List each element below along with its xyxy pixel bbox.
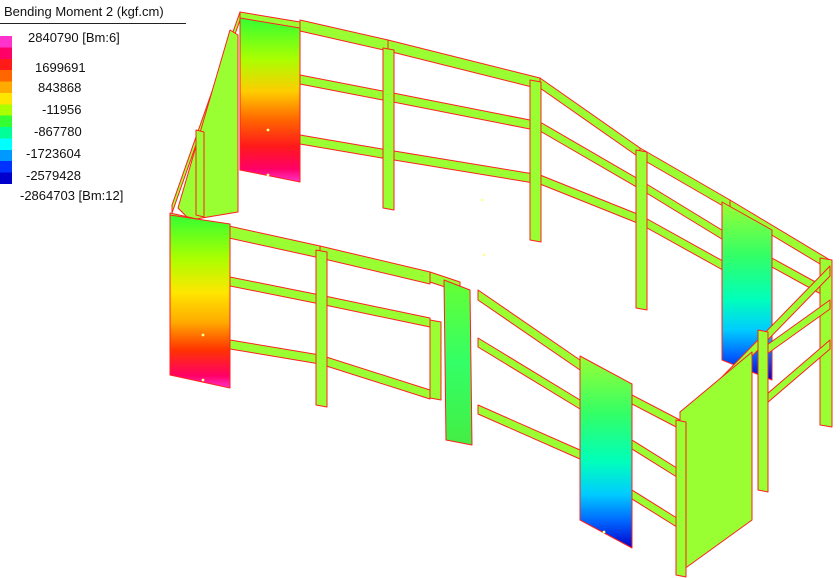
column-member (635, 149, 648, 311)
legend-tick-label: -867780 (34, 124, 82, 139)
column-member (382, 47, 395, 211)
structure-members (169, 11, 833, 578)
legend-tick-label: -11956 (42, 102, 82, 117)
column-member (757, 329, 769, 493)
node-marker (201, 378, 205, 382)
legend-tick-label: -1723604 (26, 146, 81, 161)
beam-member (319, 354, 431, 400)
beam-member (299, 134, 389, 160)
node-marker (482, 253, 486, 257)
beam-member (639, 214, 731, 275)
node-marker (602, 530, 606, 534)
legend-tick-label: 843868 (38, 80, 82, 95)
wall-plate (169, 214, 231, 389)
wall-plate (239, 17, 301, 183)
node-marker (201, 333, 205, 337)
wall-plate (443, 279, 473, 446)
legend-tick-label: -2579428 (26, 168, 81, 183)
color-legend: Bending Moment 2 (kgf.cm) 2840790 [Bm:6]… (0, 0, 200, 210)
wall-plate (579, 355, 633, 549)
column-member (315, 249, 328, 408)
wall-plate (679, 351, 753, 573)
column-member (429, 319, 442, 401)
legend-tick-label: 1699691 (35, 60, 86, 75)
beam-member (631, 439, 681, 480)
node-marker (266, 173, 270, 177)
legend-min-label: -2864703 [Bm:12] (20, 188, 124, 203)
beam-member (639, 179, 731, 245)
legend-color-bar (0, 36, 12, 184)
beam-member (631, 394, 681, 430)
legend-title: Bending Moment 2 (kgf.cm) (4, 4, 164, 19)
beam-member (631, 489, 681, 530)
beam-member (299, 19, 389, 52)
beam-member (539, 77, 641, 159)
legend-max-label: 2840790 [Bm:6] (28, 30, 120, 45)
beam-member (387, 91, 541, 132)
legend-title-underline (0, 23, 186, 24)
beam-member (477, 289, 581, 371)
beam-member (319, 294, 431, 328)
beam-member (319, 245, 431, 285)
beam-member (299, 74, 389, 102)
beam-member (639, 147, 731, 211)
node-marker (480, 198, 484, 202)
beam-member (539, 174, 641, 225)
beam-member (477, 337, 581, 410)
column-member (675, 419, 687, 578)
beam-member (539, 121, 641, 190)
beam-member (387, 39, 541, 90)
beam-member (477, 404, 581, 460)
column-member (529, 79, 542, 243)
node-marker (266, 128, 270, 132)
beam-member (387, 149, 541, 185)
